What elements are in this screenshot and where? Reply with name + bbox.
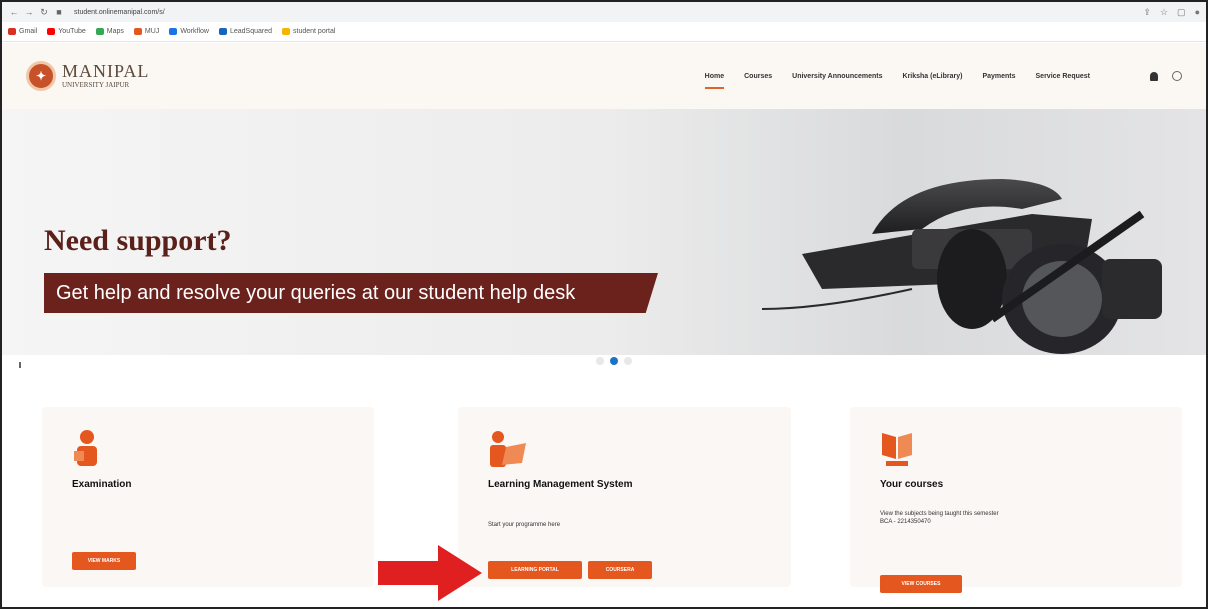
logo-subtitle: UNIVERSITY JAIPUR <box>62 80 130 89</box>
student-portal-icon <box>282 28 291 35</box>
hero-subtitle-banner: Get help and resolve your queries at our… <box>44 273 658 313</box>
open-book-icon <box>882 433 912 466</box>
workflow-icon <box>169 28 178 35</box>
url-text[interactable]: student.onlinemanipal.com/s/ <box>74 9 165 16</box>
youtube-icon <box>47 28 56 35</box>
forward-icon[interactable]: → <box>23 7 35 17</box>
bookmark-youtube[interactable]: YouTube <box>47 28 86 35</box>
coursera-button[interactable]: COURSERA <box>588 561 652 579</box>
user-account-icon[interactable] <box>1172 71 1182 81</box>
window-icon[interactable]: ▢ <box>1177 7 1186 18</box>
learning-portal-button[interactable]: LEARNING PORTAL <box>488 561 582 579</box>
logo-title: MANIPAL <box>62 60 150 81</box>
maps-icon <box>95 28 104 35</box>
card-title: Examination <box>72 479 132 490</box>
nav-service-request[interactable]: Service Request <box>1036 43 1090 109</box>
bookmark-maps[interactable]: Maps <box>95 28 124 35</box>
carousel-indicators <box>596 357 632 365</box>
examination-card: Examination View Marks <box>42 407 374 587</box>
crest-icon: ✦ <box>26 61 56 91</box>
star-icon[interactable]: ☆ <box>1160 7 1168 18</box>
card-description: View the subjects being taught this seme… <box>880 511 999 526</box>
card-title: Learning Management System <box>488 479 633 490</box>
nav-courses[interactable]: Courses <box>744 43 772 109</box>
nav-kriksha[interactable]: Kriksha (eLibrary) <box>903 43 963 109</box>
university-logo[interactable]: ✦ MANIPAL UNIVERSITY JAIPUR <box>26 61 149 91</box>
bookmark-leadsquared[interactable]: LeadSquared <box>218 28 272 35</box>
muj-icon <box>133 28 142 35</box>
bookmark-gmail[interactable]: Gmail <box>8 28 37 35</box>
examination-icon <box>74 430 97 466</box>
carousel-prev-marker[interactable] <box>19 362 21 368</box>
hero-title: Need support? <box>44 224 232 257</box>
browser-window: ← → ↻ ■ student.onlinemanipal.com/s/ ⇪ ☆… <box>0 0 1208 609</box>
nav-payments[interactable]: Payments <box>982 43 1015 109</box>
back-icon[interactable]: ← <box>8 7 20 17</box>
nav-university-announcements[interactable]: University Announcements <box>792 43 882 109</box>
notification-bell-icon[interactable] <box>1150 71 1158 81</box>
bookmark-muj[interactable]: MUJ <box>133 28 159 35</box>
nav-home[interactable]: Home <box>704 43 725 109</box>
view-marks-button[interactable]: View Marks <box>72 552 136 570</box>
reload-icon[interactable]: ↻ <box>38 7 50 18</box>
learning-management-icon <box>490 431 526 467</box>
carousel-dot[interactable] <box>624 357 632 365</box>
headset-phone-illustration <box>762 179 1162 354</box>
address-bar: ← → ↻ ■ student.onlinemanipal.com/s/ ⇪ ☆… <box>2 2 1206 22</box>
share-icon[interactable]: ⇪ <box>1143 7 1151 18</box>
lock-icon: ■ <box>56 7 62 17</box>
bookmark-student-portal[interactable]: student portal <box>282 28 335 35</box>
gmail-icon <box>8 28 16 35</box>
leadsquared-icon <box>218 28 227 35</box>
carousel-dot-active[interactable] <box>610 357 618 365</box>
hero-banner: Need support? Get help and resolve your … <box>2 109 1206 355</box>
carousel-dot[interactable] <box>596 357 604 365</box>
card-description: Start your programme here <box>488 522 561 528</box>
profile-icon[interactable]: ● <box>1195 7 1200 18</box>
bookmark-workflow[interactable]: Workflow <box>169 28 209 35</box>
main-nav: Home Courses University Announcements Kr… <box>704 43 1182 109</box>
view-courses-button[interactable]: VIEW COURSES <box>880 575 962 593</box>
program-code: BCA - 2214350470 <box>880 519 931 526</box>
card-title: Your courses <box>880 479 944 490</box>
site-header: ✦ MANIPAL UNIVERSITY JAIPUR Home Courses… <box>2 43 1206 109</box>
your-courses-card: Your courses View the subjects being tau… <box>850 407 1182 593</box>
hero-subtitle: Get help and resolve your queries at our… <box>56 281 576 304</box>
bookmarks-bar: Gmail YouTube Maps MUJ Workflow LeadSqua… <box>2 22 1206 42</box>
lms-card: Learning Management System Start your pr… <box>458 407 791 587</box>
red-arrow-annotation <box>378 545 482 601</box>
